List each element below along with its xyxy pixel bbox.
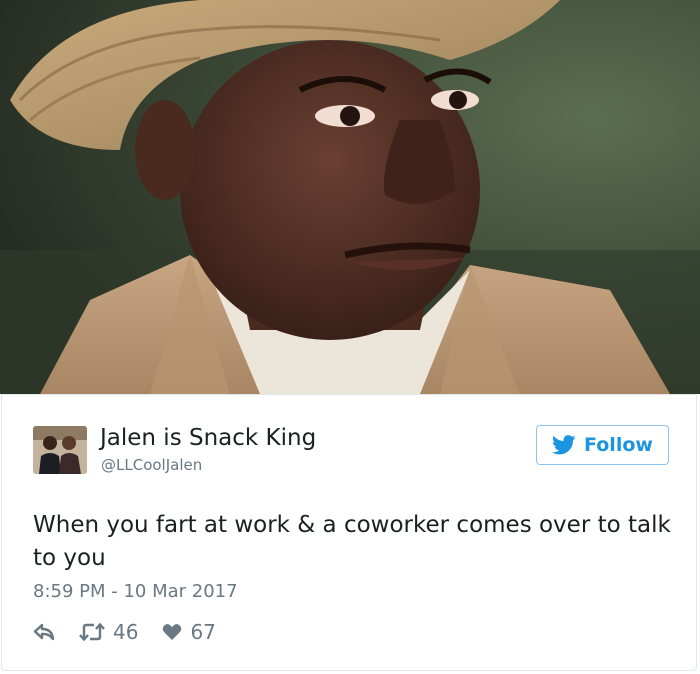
reply-icon bbox=[33, 623, 55, 641]
follow-button[interactable]: Follow bbox=[536, 425, 669, 465]
tweet-actions: 46 67 bbox=[33, 618, 216, 646]
author-avatar[interactable] bbox=[33, 426, 87, 474]
retweet-button[interactable]: 46 bbox=[79, 620, 138, 644]
follow-button-label: Follow bbox=[584, 434, 653, 456]
like-count: 67 bbox=[190, 620, 216, 644]
heart-icon bbox=[163, 624, 182, 640]
twitter-bird-icon bbox=[552, 435, 576, 455]
author-handle[interactable]: @LLCoolJalen bbox=[101, 456, 202, 474]
reply-button[interactable] bbox=[33, 623, 55, 641]
like-button[interactable]: 67 bbox=[162, 620, 216, 644]
author-display-name[interactable]: Jalen is Snack King bbox=[100, 425, 316, 451]
photo-image bbox=[0, 0, 700, 394]
tweet-media-photo[interactable] bbox=[0, 0, 700, 394]
retweet-count: 46 bbox=[113, 620, 139, 644]
tweet-timestamp[interactable]: 8:59 PM - 10 Mar 2017 bbox=[33, 581, 238, 602]
tweet-text: When you fart at work & a coworker comes… bbox=[33, 512, 671, 571]
retweet-icon bbox=[79, 622, 105, 642]
tweet-card: Jalen is Snack King @LLCoolJalen Follow … bbox=[1, 394, 697, 671]
avatar-photo bbox=[33, 426, 87, 474]
